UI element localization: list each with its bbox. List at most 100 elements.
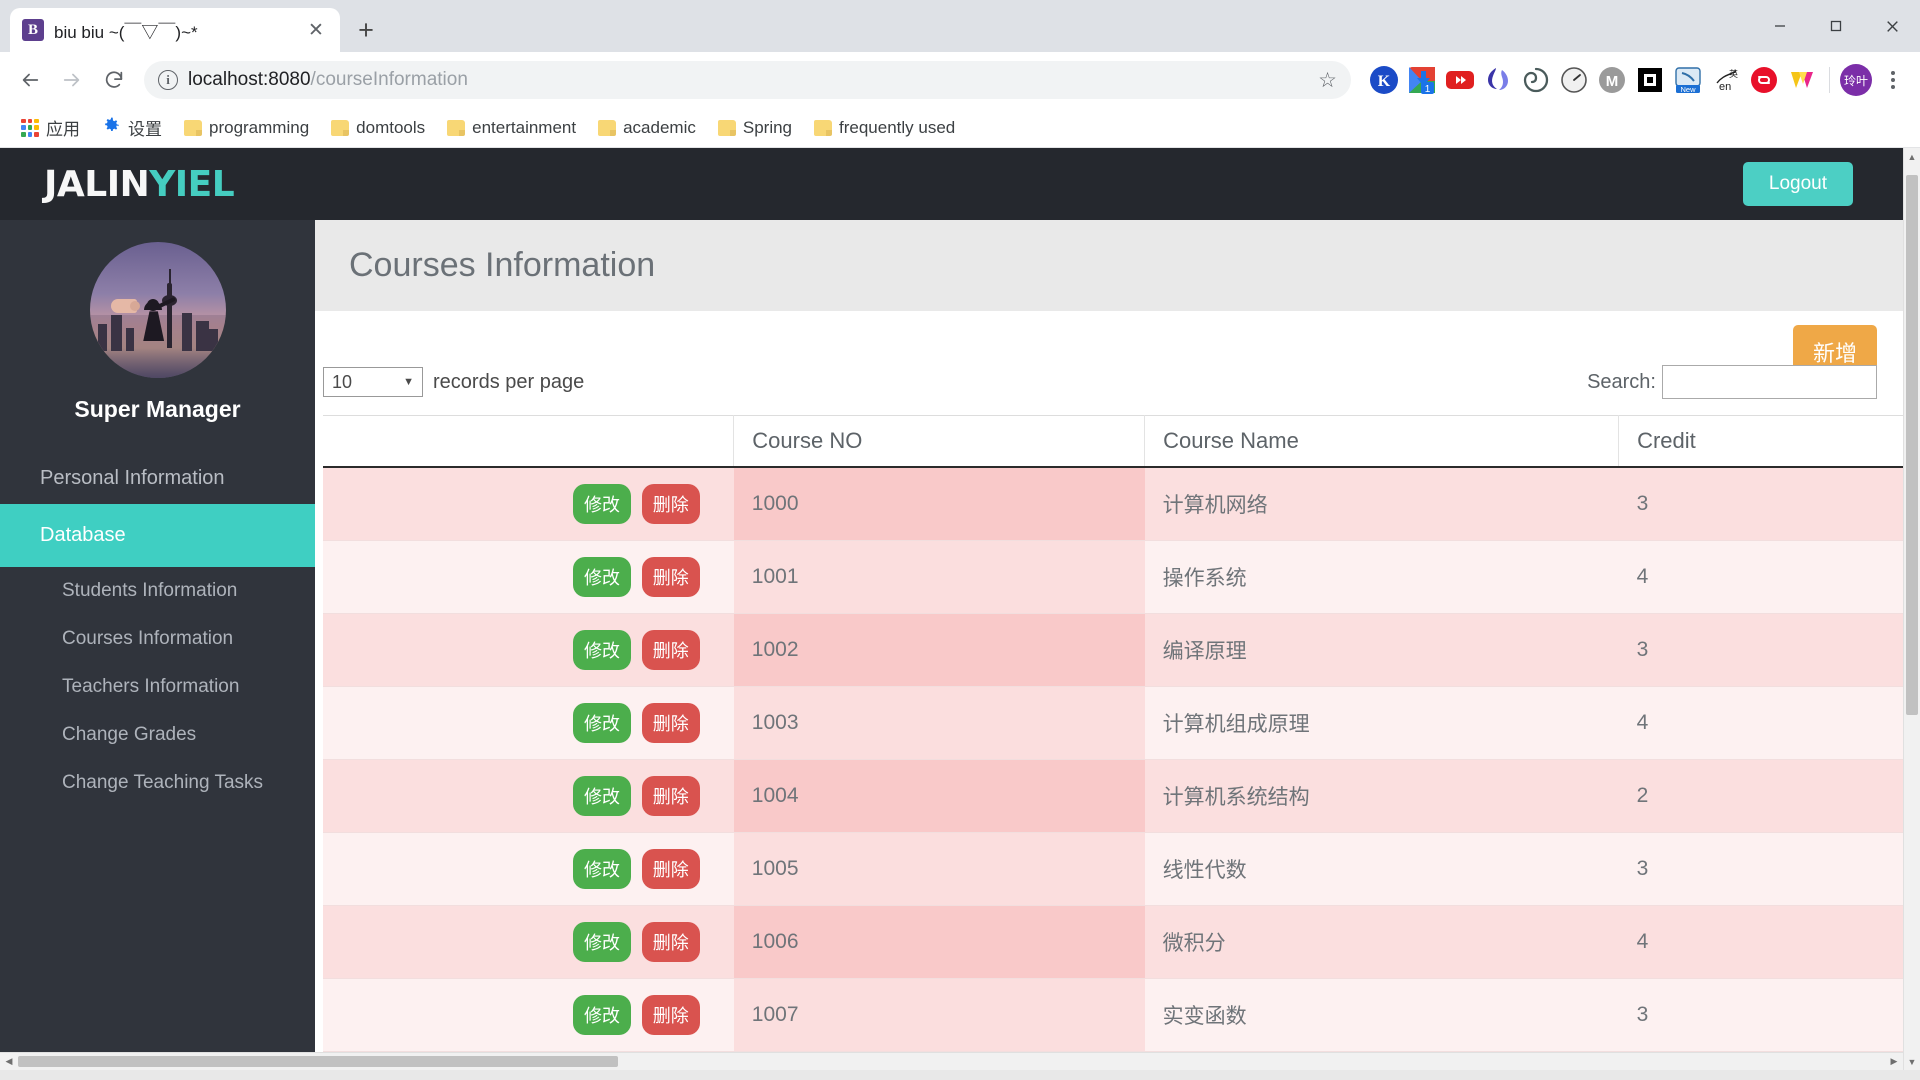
redirect-blocker-extension-icon[interactable] xyxy=(1747,63,1781,97)
bookmark-star-icon[interactable]: ☆ xyxy=(1318,68,1337,93)
delete-button[interactable]: 删除 xyxy=(641,995,700,1035)
logout-button[interactable]: Logout xyxy=(1742,162,1853,206)
edit-button[interactable]: 修改 xyxy=(572,557,631,597)
bookmark-entertainment[interactable]: entertainment xyxy=(438,113,585,143)
back-button[interactable] xyxy=(10,60,50,100)
user-name: Super Manager xyxy=(74,396,241,422)
evernote-extension-icon[interactable] xyxy=(1633,63,1667,97)
minimize-button[interactable] xyxy=(1752,0,1808,52)
bookmark-settings[interactable]: 设置 xyxy=(93,110,171,145)
records-per-page-select[interactable]: 10 ▼ xyxy=(323,367,423,397)
wps-extension-icon[interactable] xyxy=(1785,63,1819,97)
edit-button[interactable]: 修改 xyxy=(572,995,631,1035)
avatar-building xyxy=(209,329,219,351)
scroll-down-arrow-icon[interactable]: ▼ xyxy=(1904,1053,1920,1070)
address-bar-url: localhost:8080/courseInformation xyxy=(188,69,1308,91)
delete-button[interactable]: 删除 xyxy=(641,630,700,670)
scroll-left-arrow-icon[interactable]: ◀ xyxy=(0,1056,18,1067)
column-header-course-name[interactable]: Course Name xyxy=(1144,415,1620,468)
extension-icons: K 1 M New en 英 玲叶 xyxy=(1361,63,1910,97)
horizontal-scroll-thumb[interactable] xyxy=(18,1056,618,1067)
bookmark-apps[interactable]: 应用 xyxy=(12,110,89,145)
edit-button[interactable]: 修改 xyxy=(572,776,631,816)
bookmark-label: 设置 xyxy=(128,120,162,139)
delete-button[interactable]: 删除 xyxy=(641,776,700,816)
table-container: Course NO Course Name Credit 修改 删除 1000 … xyxy=(315,415,1903,1052)
close-window-button[interactable] xyxy=(1864,0,1920,52)
sidebar-item-database[interactable]: Database xyxy=(0,504,315,567)
sidebar-item-teachers-information[interactable]: Teachers Information xyxy=(0,663,315,711)
new-tab-button[interactable]: + xyxy=(346,10,386,50)
table-row: 修改 删除 1004 计算机系统结构 2 xyxy=(323,759,1903,833)
edit-button[interactable]: 修改 xyxy=(572,703,631,743)
mega-extension-icon[interactable]: M xyxy=(1595,63,1629,97)
column-header-course-no[interactable]: Course NO xyxy=(733,415,1146,468)
cell-course-name: 实变函数 xyxy=(1144,978,1619,1052)
delete-button[interactable]: 删除 xyxy=(641,849,700,889)
chrome-download-extension-icon[interactable]: 1 xyxy=(1405,63,1439,97)
edit-button[interactable]: 修改 xyxy=(572,630,631,670)
speed-dial-extension-icon[interactable] xyxy=(1557,63,1591,97)
row-actions: 修改 删除 xyxy=(323,686,734,760)
sidebar-item-change-teaching-tasks[interactable]: Change Teaching Tasks xyxy=(0,759,315,807)
edit-button[interactable]: 修改 xyxy=(572,922,631,962)
search-control: Search: xyxy=(1587,365,1877,399)
url-host: localhost:8080 xyxy=(188,69,311,90)
cell-course-no: 1003 xyxy=(733,686,1145,760)
scroll-up-arrow-icon[interactable]: ▲ xyxy=(1904,148,1920,165)
scroll-right-arrow-icon[interactable]: ▶ xyxy=(1885,1056,1903,1067)
simplenote-extension-icon[interactable] xyxy=(1481,63,1515,97)
cell-credit: 3 xyxy=(1618,832,1903,906)
column-header-credit[interactable]: Credit xyxy=(1618,415,1903,468)
site-info-icon[interactable]: i xyxy=(158,70,178,90)
bookmark-programming[interactable]: programming xyxy=(175,113,318,143)
delete-button[interactable]: 删除 xyxy=(641,703,700,743)
svg-text:New: New xyxy=(1680,85,1696,94)
vertical-scrollbar[interactable]: ▲ ▼ xyxy=(1903,148,1920,1070)
sidebar-item-change-grades[interactable]: Change Grades xyxy=(0,711,315,759)
cell-credit: 4 xyxy=(1618,540,1903,614)
sidebar-item-courses-information[interactable]: Courses Information xyxy=(0,615,315,663)
maximize-button[interactable] xyxy=(1808,0,1864,52)
horizontal-scroll-track[interactable] xyxy=(18,1053,1885,1070)
tab-close-icon[interactable]: ✕ xyxy=(304,18,328,42)
folder-icon xyxy=(447,119,466,136)
vertical-scroll-track[interactable] xyxy=(1904,165,1920,1053)
browser-tab[interactable]: B biu biu ~(￣▽￣)~* ✕ xyxy=(10,8,340,52)
avatar-hand xyxy=(111,298,141,313)
sidebar-item-personal-information[interactable]: Personal Information xyxy=(0,453,315,504)
sidebar: Super Manager Personal Information Datab… xyxy=(0,220,315,1052)
edit-button[interactable]: 修改 xyxy=(572,849,631,889)
openai-extension-icon[interactable] xyxy=(1519,63,1553,97)
youdao-new-extension-icon[interactable]: New xyxy=(1671,63,1705,97)
bookmark-frequently-used[interactable]: frequently used xyxy=(805,113,964,143)
sidebar-item-students-information[interactable]: Students Information xyxy=(0,567,315,615)
search-input[interactable] xyxy=(1662,365,1877,399)
reload-button[interactable] xyxy=(94,60,134,100)
bookmark-spring[interactable]: Spring xyxy=(709,113,801,143)
delete-button[interactable]: 删除 xyxy=(641,557,700,597)
delete-button[interactable]: 删除 xyxy=(641,922,700,962)
cell-course-no: 1001 xyxy=(733,540,1145,614)
row-actions: 修改 删除 xyxy=(323,540,734,614)
column-header-actions[interactable] xyxy=(323,415,735,468)
bookmark-academic[interactable]: academic xyxy=(589,113,705,143)
kuaizhuan-extension-icon[interactable]: K xyxy=(1367,63,1401,97)
table-header-row: Course NO Course Name Credit xyxy=(323,415,1903,468)
row-actions: 修改 删除 xyxy=(323,759,734,833)
delete-button[interactable]: 删除 xyxy=(641,484,700,524)
horizontal-scrollbar[interactable]: ◀ ▶ xyxy=(0,1052,1903,1070)
youtube-speed-extension-icon[interactable] xyxy=(1443,63,1477,97)
vertical-scroll-thumb[interactable] xyxy=(1906,175,1918,715)
chrome-menu-button[interactable] xyxy=(1876,63,1910,97)
bookmark-domtools[interactable]: domtools xyxy=(322,113,434,143)
profile-avatar-chip[interactable]: 玲叶 xyxy=(1840,64,1872,96)
cell-credit: 4 xyxy=(1618,905,1903,979)
gear-icon xyxy=(102,116,121,140)
address-bar[interactable]: i localhost:8080/courseInformation ☆ xyxy=(144,61,1351,99)
sidebar-profile: Super Manager xyxy=(0,242,315,423)
forward-button[interactable] xyxy=(52,60,92,100)
english-translate-extension-icon[interactable]: en 英 xyxy=(1709,63,1743,97)
web-page: JALINYIEL Logout Super Manager Personal … xyxy=(0,148,1903,1070)
edit-button[interactable]: 修改 xyxy=(572,484,631,524)
